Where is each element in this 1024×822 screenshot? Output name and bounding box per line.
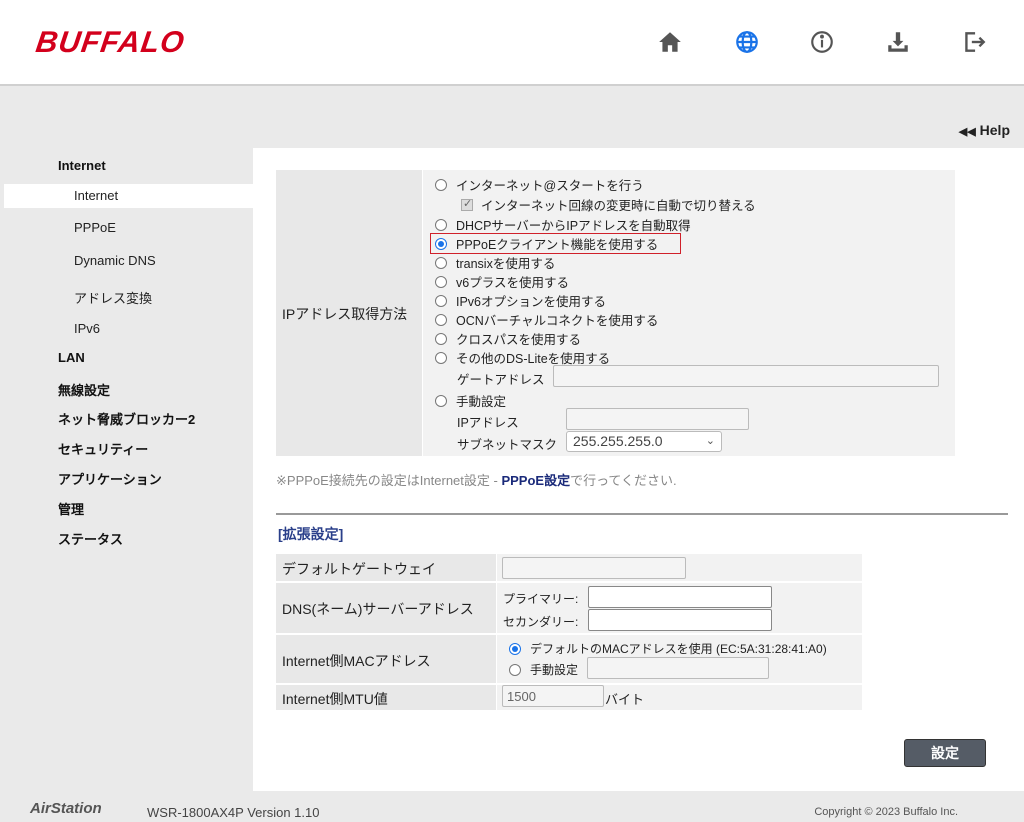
mac-default-option[interactable]: デフォルトのMACアドレスを使用 (EC:5A:31:28:41:A0) <box>509 640 827 657</box>
dns-primary-input[interactable] <box>588 586 772 608</box>
mtu-label: Internet側MTU値 <box>282 691 388 707</box>
sidebar-group-status[interactable]: ステータス <box>58 529 123 548</box>
gateway-label: ゲートアドレス <box>457 373 545 387</box>
option-label: 手動設定 <box>456 395 507 409</box>
mac-label: Internet側MACアドレス <box>282 653 431 669</box>
radio-button[interactable] <box>435 313 447 326</box>
sidebar-item-internet[interactable]: Internet <box>74 188 118 203</box>
ip-address-label: IPアドレス <box>457 416 519 430</box>
ip-method-label: IPアドレス取得方法 <box>282 306 408 322</box>
subnet-value: 255.255.255.0 <box>573 433 663 449</box>
option-transix[interactable]: transixを使用する <box>435 253 555 272</box>
mac-manual-input[interactable] <box>587 657 769 679</box>
mtu-input[interactable] <box>502 685 604 707</box>
gateway-input[interactable] <box>553 365 939 387</box>
ip-address-input[interactable] <box>566 408 749 430</box>
extended-settings-title: [拡張設定] <box>278 526 344 542</box>
mac-manual-option[interactable]: 手動設定 <box>509 661 578 678</box>
default-gateway-input[interactable] <box>502 557 686 579</box>
sidebar-item-dynamic-dns[interactable]: Dynamic DNS <box>74 253 156 268</box>
radio-button[interactable] <box>509 663 521 676</box>
sidebar-item-ipv6[interactable]: IPv6 <box>74 321 100 336</box>
sidebar-group-threat-blocker[interactable]: ネット脅威ブロッカー2 <box>58 409 195 428</box>
globe-icon[interactable] <box>733 26 761 58</box>
option-label: PPPoEクライアント機能を使用する <box>456 238 659 252</box>
mtu-unit: バイト <box>605 692 645 707</box>
chevron-down-icon: ⌄ <box>705 435 715 447</box>
buffalo-logo: BUFFALO <box>33 26 188 59</box>
sidebar-group-internet[interactable]: Internet <box>58 158 106 173</box>
radio-button[interactable] <box>435 218 447 231</box>
option-auto-switch[interactable]: インターネット回線の変更時に自動で切り替える <box>461 195 756 214</box>
mac-manual-label: 手動設定 <box>530 663 579 677</box>
subnet-label: サブネットマスク <box>457 438 558 452</box>
sidebar-group-applications[interactable]: アプリケーション <box>58 469 162 488</box>
option-v6plus[interactable]: v6プラスを使用する <box>435 272 569 291</box>
sidebar-group-security[interactable]: セキュリティー <box>58 439 148 458</box>
radio-button[interactable] <box>435 256 447 269</box>
option-manual[interactable]: 手動設定 <box>435 391 506 410</box>
help-label: Help <box>979 122 1010 138</box>
note-suffix: で行ってください. <box>570 473 677 488</box>
option-ocn[interactable]: OCNバーチャルコネクトを使用する <box>435 310 658 329</box>
radio-button-selected[interactable] <box>509 642 521 655</box>
section-divider <box>276 513 1008 515</box>
dns-label: DNS(ネーム)サーバーアドレス <box>282 601 474 617</box>
airstation-logo: AirStation <box>30 800 102 817</box>
dns-secondary-input[interactable] <box>588 609 772 631</box>
option-dhcp[interactable]: DHCPサーバーからIPアドレスを自動取得 <box>435 215 691 234</box>
info-icon[interactable] <box>808 26 836 58</box>
option-label: transixを使用する <box>456 257 556 271</box>
subnet-select[interactable]: 255.255.255.0 ⌄ <box>566 431 722 452</box>
option-label: IPv6オプションを使用する <box>456 295 607 309</box>
download-icon[interactable] <box>884 26 912 58</box>
option-label: v6プラスを使用する <box>456 276 569 290</box>
sidebar-active-highlight <box>4 184 254 208</box>
option-internet-start[interactable]: インターネット@スタートを行う <box>435 175 644 194</box>
header: BUFFALO <box>0 0 1024 86</box>
checkbox[interactable] <box>461 197 473 211</box>
sidebar-item-pppoe[interactable]: PPPoE <box>74 220 116 235</box>
radio-button[interactable] <box>435 275 447 288</box>
help-link[interactable]: ◀◀ Help <box>959 122 1010 138</box>
copyright: Copyright © 2023 Buffalo Inc. <box>814 806 958 818</box>
option-label: クロスパスを使用する <box>456 333 582 347</box>
sidebar-group-lan[interactable]: LAN <box>58 350 85 365</box>
logout-icon[interactable] <box>960 26 988 58</box>
dns-secondary-label: セカンダリー: <box>503 615 579 629</box>
radio-button[interactable] <box>435 394 447 407</box>
radio-button[interactable] <box>435 294 447 307</box>
option-label: OCNバーチャルコネクトを使用する <box>456 314 659 328</box>
home-icon[interactable] <box>656 26 684 58</box>
sidebar-item-nat[interactable]: アドレス変換 <box>74 288 152 307</box>
option-label: DHCPサーバーからIPアドレスを自動取得 <box>456 219 691 233</box>
radio-button[interactable] <box>435 178 447 191</box>
rewind-icon: ◀◀ <box>958 126 976 138</box>
option-crosspass[interactable]: クロスパスを使用する <box>435 329 581 348</box>
pppoe-settings-link[interactable]: PPPoE設定 <box>501 473 570 488</box>
radio-button-selected[interactable] <box>435 237 447 250</box>
default-gateway-label: デフォルトゲートウェイ <box>282 561 436 577</box>
dns-primary-label: プライマリー: <box>503 592 579 606</box>
model-version: WSR-1800AX4P Version 1.10 <box>147 805 320 820</box>
pppoe-note: ※PPPoE接続先の設定はInternet設定 - PPPoE設定で行ってくださ… <box>276 470 677 489</box>
sidebar-group-wireless[interactable]: 無線設定 <box>58 380 110 399</box>
submit-button[interactable]: 設定 <box>904 739 986 767</box>
option-ipv6-option[interactable]: IPv6オプションを使用する <box>435 291 606 310</box>
option-label: インターネット@スタートを行う <box>456 179 644 193</box>
radio-button[interactable] <box>435 351 447 364</box>
radio-button[interactable] <box>435 332 447 345</box>
mac-default-label: デフォルトのMACアドレスを使用 (EC:5A:31:28:41:A0) <box>530 642 827 656</box>
option-pppoe[interactable]: PPPoEクライアント機能を使用する <box>435 234 658 253</box>
note-prefix: ※PPPoE接続先の設定はInternet設定 - <box>276 473 502 488</box>
option-label: インターネット回線の変更時に自動で切り替える <box>481 199 756 213</box>
sidebar-group-admin[interactable]: 管理 <box>58 499 84 518</box>
